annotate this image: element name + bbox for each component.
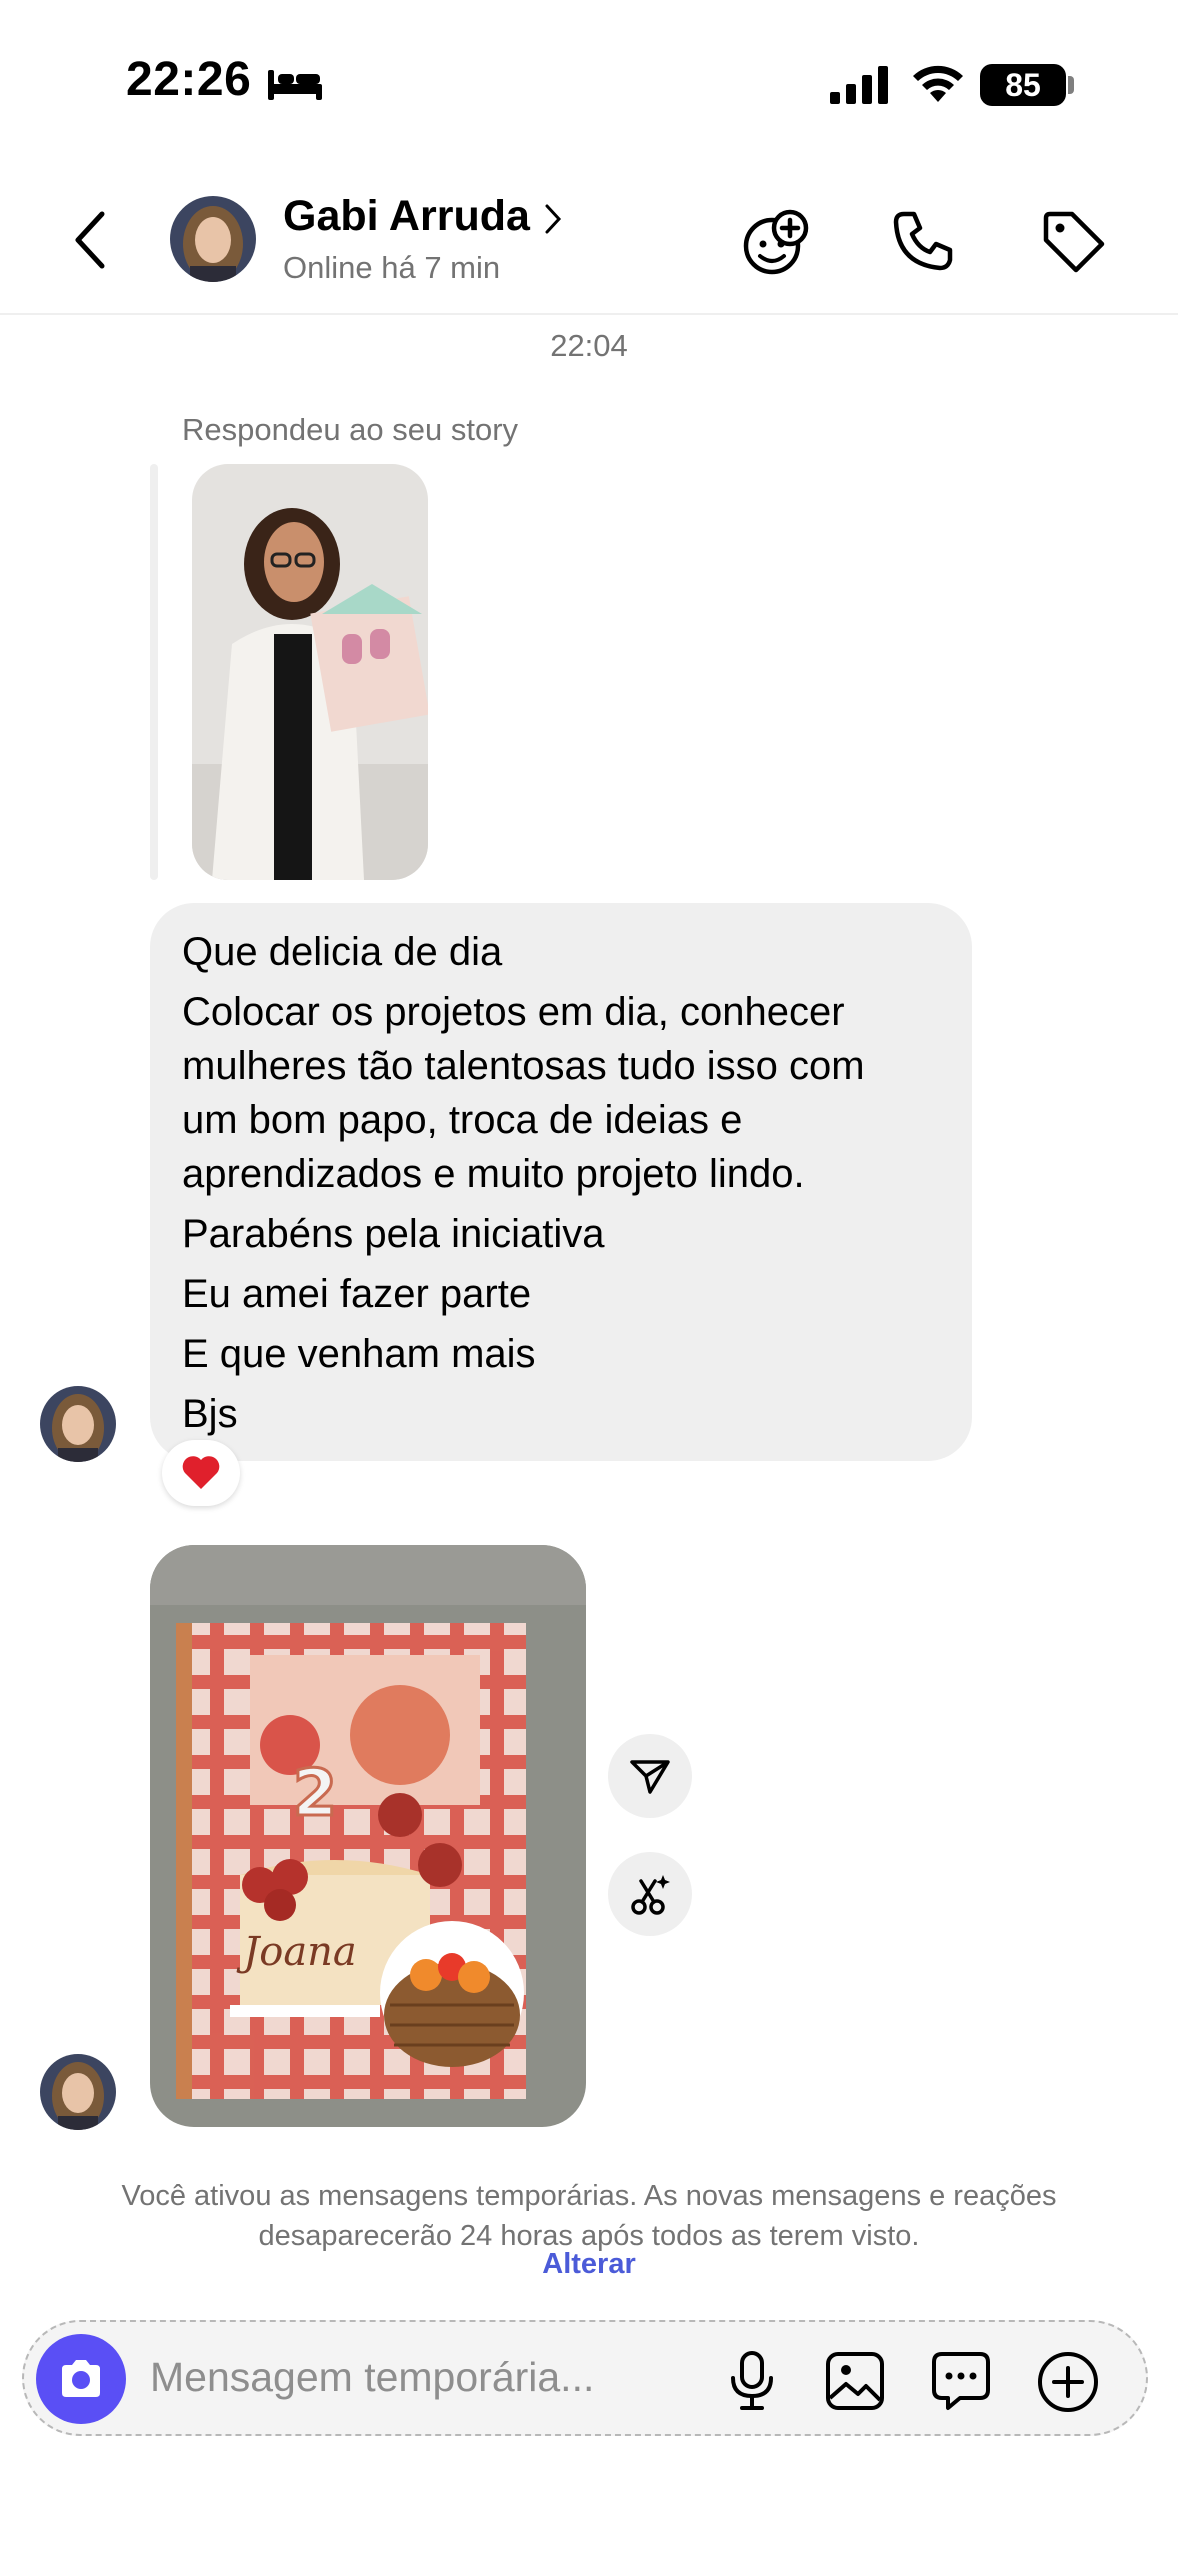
header-divider <box>0 313 1178 315</box>
avatar[interactable] <box>170 196 256 282</box>
message-line: Bjs <box>182 1392 238 1436</box>
camera-button[interactable] <box>36 2334 126 2424</box>
heart-icon <box>182 1456 220 1489</box>
wifi-icon <box>913 65 963 102</box>
message-line: aprendizados e muito projeto lindo. <box>182 1152 805 1196</box>
gallery-icon[interactable] <box>824 2350 886 2412</box>
phone-icon[interactable] <box>890 208 956 274</box>
send-icon <box>630 1760 670 1794</box>
plus-circle-icon[interactable] <box>1036 2350 1100 2414</box>
battery-tip <box>1068 76 1074 94</box>
disappearing-messages-notice: Você ativou as mensagens temporárias. As… <box>121 2180 1057 2252</box>
signal-icon <box>830 66 888 104</box>
photo-caption-text: Joana <box>236 1929 357 1975</box>
message-line: um bom papo, troca de ideias e <box>182 1098 743 1142</box>
sender-avatar[interactable] <box>40 1386 116 1462</box>
message-line: Colocar os projetos em dia, conhecer <box>182 990 845 1034</box>
reply-indicator-bar <box>150 464 158 880</box>
cutout-button[interactable] <box>608 1852 692 1936</box>
message-line: E que venham mais <box>182 1332 536 1376</box>
message-text: Que delicia de dia Colocar os projetos e… <box>182 925 962 1441</box>
battery-indicator: 85 <box>980 64 1066 106</box>
sender-avatar[interactable] <box>40 2054 116 2130</box>
chevron-right-icon[interactable] <box>542 202 564 236</box>
status-time: 22:26 <box>126 53 252 106</box>
photo-number: 2 <box>293 1757 338 1831</box>
story-reply-label: Respondeu ao seu story <box>182 412 519 447</box>
message-input[interactable]: Mensagem temporária... <box>150 2354 594 2401</box>
message-line: Parabéns pela iniciativa <box>182 1212 605 1256</box>
share-button[interactable] <box>608 1734 692 1818</box>
photo-message[interactable]: 2 Joana <box>150 1545 586 2127</box>
message-line: Eu amei fazer parte <box>182 1272 532 1316</box>
magic-scissors-icon <box>631 1875 670 1915</box>
chat-timestamp: 22:04 <box>550 328 628 363</box>
message-line: mulheres tão talentosas tudo isso com <box>182 1044 865 1088</box>
microphone-icon[interactable] <box>726 2350 778 2412</box>
message-line: Que delicia de dia <box>182 930 503 974</box>
add-effect-icon[interactable] <box>740 208 810 278</box>
sticker-chat-icon[interactable] <box>930 2350 992 2412</box>
tag-icon[interactable] <box>1040 208 1106 274</box>
bed-icon <box>268 70 322 100</box>
contact-name[interactable]: Gabi Arruda <box>283 192 530 241</box>
presence-status: Online há 7 min <box>283 250 501 285</box>
story-thumbnail[interactable] <box>192 464 428 880</box>
change-link[interactable]: Alterar <box>0 2248 1178 2281</box>
camera-icon <box>62 2360 100 2397</box>
back-icon[interactable] <box>70 210 110 270</box>
reaction-badge[interactable] <box>162 1440 240 1506</box>
